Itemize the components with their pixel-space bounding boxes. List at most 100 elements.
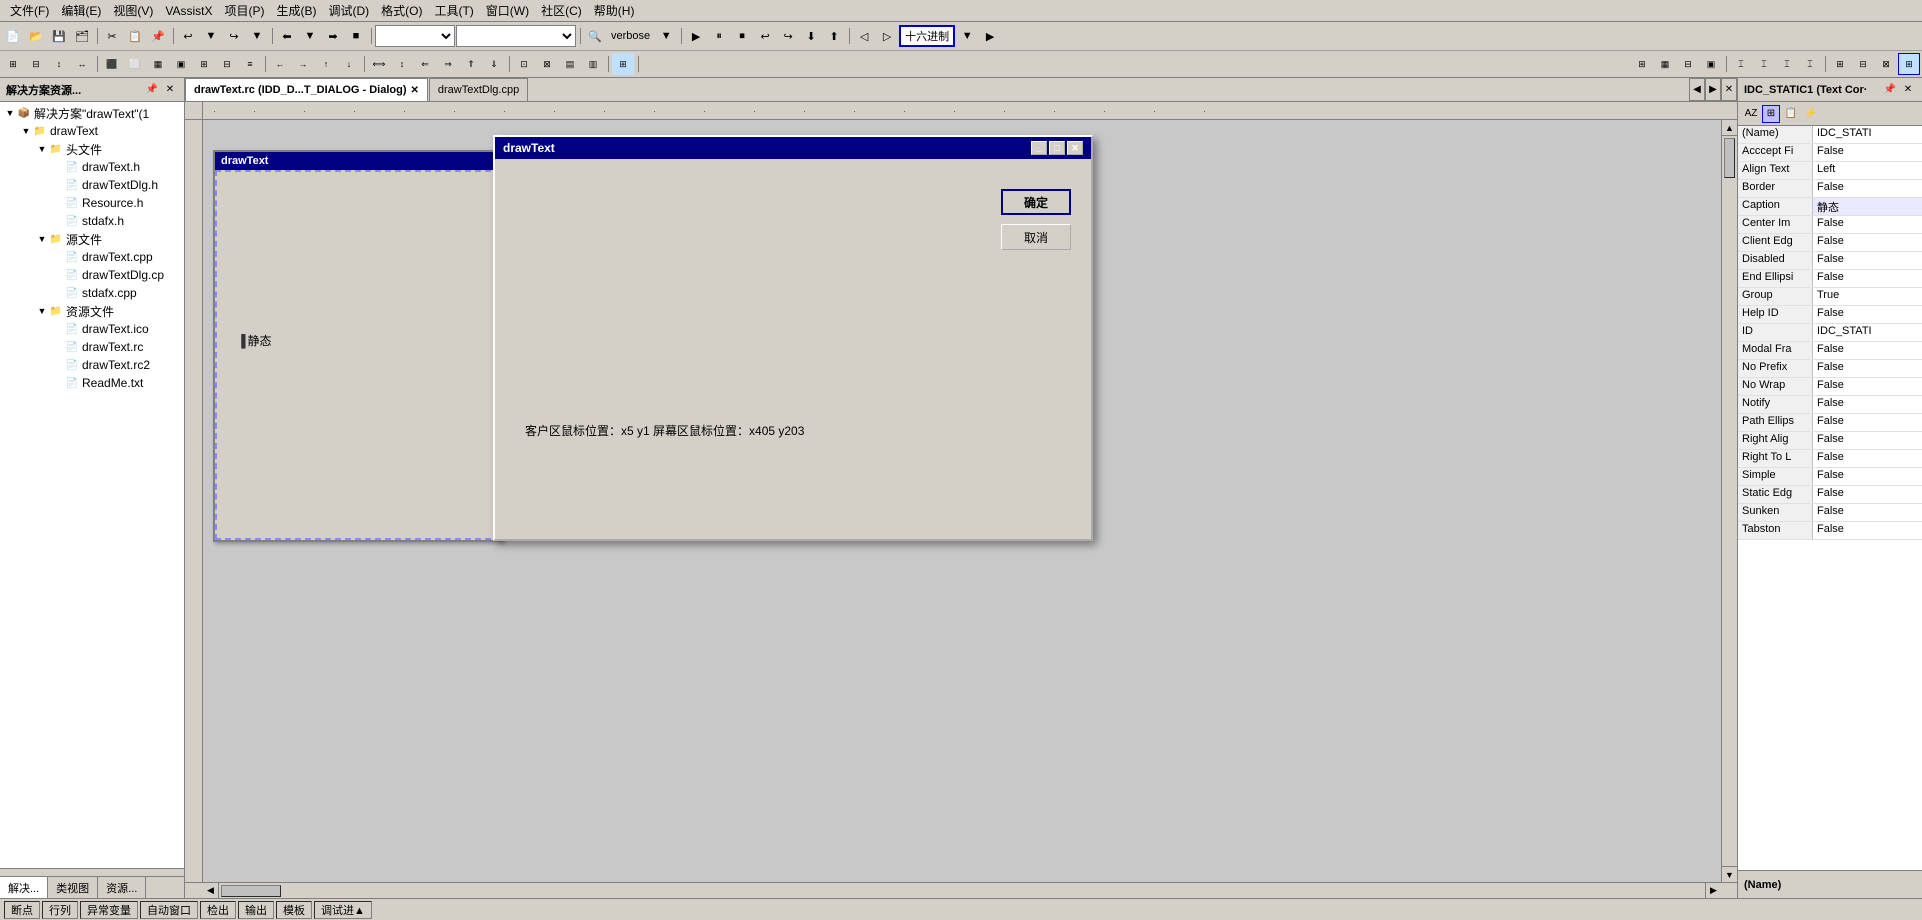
props-row-border[interactable]: Border False — [1738, 180, 1922, 198]
tab-nav-left[interactable]: ◀ — [1689, 78, 1705, 101]
tree-expand-headers[interactable]: ▼ — [36, 143, 48, 155]
tree-stdafx-cpp[interactable]: 📄 stdafx.cpp — [2, 284, 182, 302]
tb2-r8[interactable]: ⌶ — [1799, 53, 1821, 75]
left-tab-solution[interactable]: 解决... — [0, 877, 48, 898]
props-id-value[interactable]: IDC_STATI — [1813, 324, 1922, 341]
tree-drawtext-cpp[interactable]: 📄 drawText.cpp — [2, 248, 182, 266]
tb-dbg3-btn[interactable]: ⏹ — [731, 25, 753, 47]
dialog-close-btn[interactable]: ✕ — [1067, 141, 1083, 155]
tb2-btn23[interactable]: ⊠ — [536, 53, 558, 75]
left-scroll-h[interactable] — [0, 868, 184, 876]
props-border-value[interactable]: False — [1813, 180, 1922, 197]
props-centerimage-value[interactable]: False — [1813, 216, 1922, 233]
left-tab-resource[interactable]: 资源... — [98, 877, 146, 898]
tree-solution[interactable]: ▼ 📦 解决方案"drawText"(1 — [2, 104, 182, 122]
tb2-btn2[interactable]: ⊟ — [25, 53, 47, 75]
tb2-r6[interactable]: ⌶ — [1753, 53, 1775, 75]
tb-hex3-btn[interactable]: ▶ — [979, 25, 1001, 47]
tb2-btn1[interactable]: ⊞ — [2, 53, 24, 75]
tree-expand-source[interactable]: ▼ — [36, 233, 48, 245]
tree-header-folder[interactable]: ▼ 📁 头文件 — [2, 140, 182, 158]
props-row-staticedge[interactable]: Static Edg False — [1738, 486, 1922, 504]
props-righttoleft-value[interactable]: False — [1813, 450, 1922, 467]
tb2-btn8[interactable]: ▣ — [170, 53, 192, 75]
tb2-btn5[interactable]: ⬛ — [101, 53, 123, 75]
props-nowrap-value[interactable]: False — [1813, 378, 1922, 395]
props-row-noprefix[interactable]: No Prefix False — [1738, 360, 1922, 378]
status-checkout[interactable]: 检出 — [200, 901, 236, 919]
menu-vassistx[interactable]: VAssistX — [159, 2, 218, 20]
tb2-grid-btn[interactable]: ⊞ — [612, 53, 634, 75]
tb2-btn9[interactable]: ⊞ — [193, 53, 215, 75]
tb-open-btn[interactable]: 📂 — [25, 25, 47, 47]
menu-tools[interactable]: 工具(T) — [428, 0, 479, 21]
props-disabled-value[interactable]: False — [1813, 252, 1922, 269]
props-row-pathellipsis[interactable]: Path Ellips False — [1738, 414, 1922, 432]
menu-view[interactable]: 视图(V) — [107, 0, 159, 21]
props-row-simple[interactable]: Simple False — [1738, 468, 1922, 486]
tb2-btn15[interactable]: ↓ — [338, 53, 360, 75]
tb2-r1[interactable]: ⊞ — [1631, 53, 1653, 75]
tb-saveall-btn[interactable]: 🗂 — [71, 25, 93, 47]
tb2-r7[interactable]: ⌶ — [1776, 53, 1798, 75]
props-notify-value[interactable]: False — [1813, 396, 1922, 413]
props-sort-cat-btn[interactable]: ⊞ — [1762, 105, 1780, 123]
props-row-clientedge[interactable]: Client Edg False — [1738, 234, 1922, 252]
tree-drawtext-rc[interactable]: 📄 drawText.rc — [2, 338, 182, 356]
tree-source-folder[interactable]: ▼ 📁 源文件 — [2, 230, 182, 248]
tb-dbg1-btn[interactable]: ▶ — [685, 25, 707, 47]
vscroll-down[interactable]: ▼ — [1722, 866, 1737, 882]
canvas-vscrollbar[interactable]: ▲ ▼ — [1721, 120, 1737, 882]
tb-fwd-btn[interactable]: ➡ — [322, 25, 344, 47]
props-row-acccept[interactable]: Acccept Fi False — [1738, 144, 1922, 162]
props-row-notify[interactable]: Notify False — [1738, 396, 1922, 414]
props-caption-value[interactable]: 静态 — [1813, 198, 1922, 215]
dialog-cancel-button[interactable]: 取消 — [1001, 224, 1071, 250]
tb-new-btn[interactable]: 📄 — [2, 25, 24, 47]
props-row-tabstop[interactable]: Tabston False — [1738, 522, 1922, 540]
left-panel-pin-btn[interactable]: 📌 — [144, 82, 160, 98]
tb2-r10[interactable]: ⊟ — [1852, 53, 1874, 75]
tb-config-dropdown[interactable] — [375, 25, 455, 47]
tb-copy-btn[interactable]: 📋 — [124, 25, 146, 47]
props-pin-btn[interactable]: 📌 — [1882, 82, 1898, 98]
tree-resource-folder[interactable]: ▼ 📁 资源文件 — [2, 302, 182, 320]
status-linecolumn[interactable]: 行列 — [42, 901, 78, 919]
tb-redo-btn[interactable]: ↪ — [223, 25, 245, 47]
props-row-aligntext[interactable]: Align Text Left — [1738, 162, 1922, 180]
props-acccept-value[interactable]: False — [1813, 144, 1922, 161]
tb-redo-dd[interactable]: ▼ — [246, 25, 268, 47]
props-modalframe-value[interactable]: False — [1813, 342, 1922, 359]
hscroll-left[interactable]: ◀ — [203, 883, 219, 898]
props-staticedge-value[interactable]: False — [1813, 486, 1922, 503]
props-row-rightalign[interactable]: Right Alig False — [1738, 432, 1922, 450]
tb2-btn13[interactable]: → — [292, 53, 314, 75]
props-row-id[interactable]: ID IDC_STATI — [1738, 324, 1922, 342]
props-row-disabled[interactable]: Disabled False — [1738, 252, 1922, 270]
props-tabstop-value[interactable]: False — [1813, 522, 1922, 539]
running-dialog-titlebar[interactable]: drawText _ □ ✕ — [495, 137, 1091, 159]
status-template[interactable]: 模板 — [276, 901, 312, 919]
tb2-r12[interactable]: ⊞ — [1898, 53, 1920, 75]
tb2-r4[interactable]: ▣ — [1700, 53, 1722, 75]
tree-drawtext-ico[interactable]: 📄 drawText.ico — [2, 320, 182, 338]
tb2-btn24[interactable]: ▤ — [559, 53, 581, 75]
tree-drawtextdlg-h[interactable]: 📄 drawTextDlg.h — [2, 176, 182, 194]
props-row-group[interactable]: Group True — [1738, 288, 1922, 306]
tb2-btn21[interactable]: ⇓ — [483, 53, 505, 75]
left-panel-close-btn[interactable]: ✕ — [162, 82, 178, 98]
dialog-maximize-btn[interactable]: □ — [1049, 141, 1065, 155]
tb2-btn20[interactable]: ⇑ — [460, 53, 482, 75]
tb-platform-dropdown[interactable] — [456, 25, 576, 47]
menu-format[interactable]: 格式(O) — [375, 0, 428, 21]
tb-nav-dd[interactable]: ▼ — [299, 25, 321, 47]
vscroll-thumb[interactable] — [1724, 138, 1735, 178]
props-sunken-value[interactable]: False — [1813, 504, 1922, 521]
tb-cut-btn[interactable]: ✂ — [101, 25, 123, 47]
tb-undo-btn[interactable]: ↩ — [177, 25, 199, 47]
props-pages-btn[interactable]: 📋 — [1782, 105, 1800, 123]
tb-paste-btn[interactable]: 📌 — [147, 25, 169, 47]
tree-readme[interactable]: 📄 ReadMe.txt — [2, 374, 182, 392]
menu-build[interactable]: 生成(B) — [270, 0, 322, 21]
tb-dbg2-btn[interactable]: ⏸ — [708, 25, 730, 47]
